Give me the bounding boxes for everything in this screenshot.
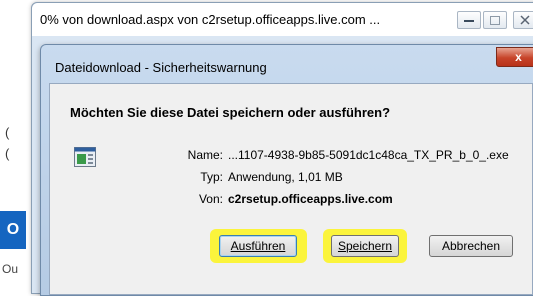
background-fragment: ( (5, 146, 10, 161)
name-value: ...1107-4938-9b85-5091dc1c48ca_TX_PR_b_0… (228, 148, 509, 162)
background-fragment: ( (5, 125, 10, 140)
close-icon (520, 15, 530, 25)
minimize-icon (464, 20, 474, 22)
cancel-button[interactable]: Abbrechen (429, 235, 513, 257)
type-value: Anwendung, 1,01 MB (228, 170, 343, 184)
progress-window-titlebar: 0% von download.aspx von c2rsetup.office… (32, 3, 533, 36)
run-button-label: Ausführen (230, 239, 286, 253)
cancel-button-label: Abbrechen (441, 239, 501, 253)
save-button-label: Speichern (337, 239, 393, 253)
close-button[interactable] (513, 11, 533, 29)
minimize-button[interactable] (457, 11, 481, 29)
from-value: c2rsetup.officeapps.live.com (228, 192, 393, 206)
dialog-question: Möchten Sie diese Datei speichern oder a… (70, 105, 391, 120)
save-button[interactable]: Speichern (331, 235, 399, 257)
outlook-letter: O (6, 221, 20, 238)
outlook-label: Ou (2, 262, 19, 276)
close-icon: x (515, 50, 522, 64)
security-warning-dialog: Dateidownload - Sicherheitswarnung x Möc… (40, 44, 533, 296)
from-label: Von: (198, 192, 223, 206)
run-button[interactable]: Ausführen (219, 235, 297, 257)
dialog-close-button[interactable]: x (496, 47, 533, 67)
maximize-button[interactable] (483, 11, 507, 29)
maximize-icon (490, 15, 500, 25)
dialog-title: Dateidownload - Sicherheitswarnung (55, 60, 267, 75)
type-label: Typ: (200, 170, 223, 184)
outlook-icon[interactable]: O (0, 211, 26, 249)
dialog-body: Möchten Sie diese Datei speichern oder a… (49, 83, 533, 295)
name-label: Name: (187, 148, 223, 162)
application-file-icon (74, 147, 96, 167)
progress-window-title: 0% von download.aspx von c2rsetup.office… (40, 12, 381, 27)
